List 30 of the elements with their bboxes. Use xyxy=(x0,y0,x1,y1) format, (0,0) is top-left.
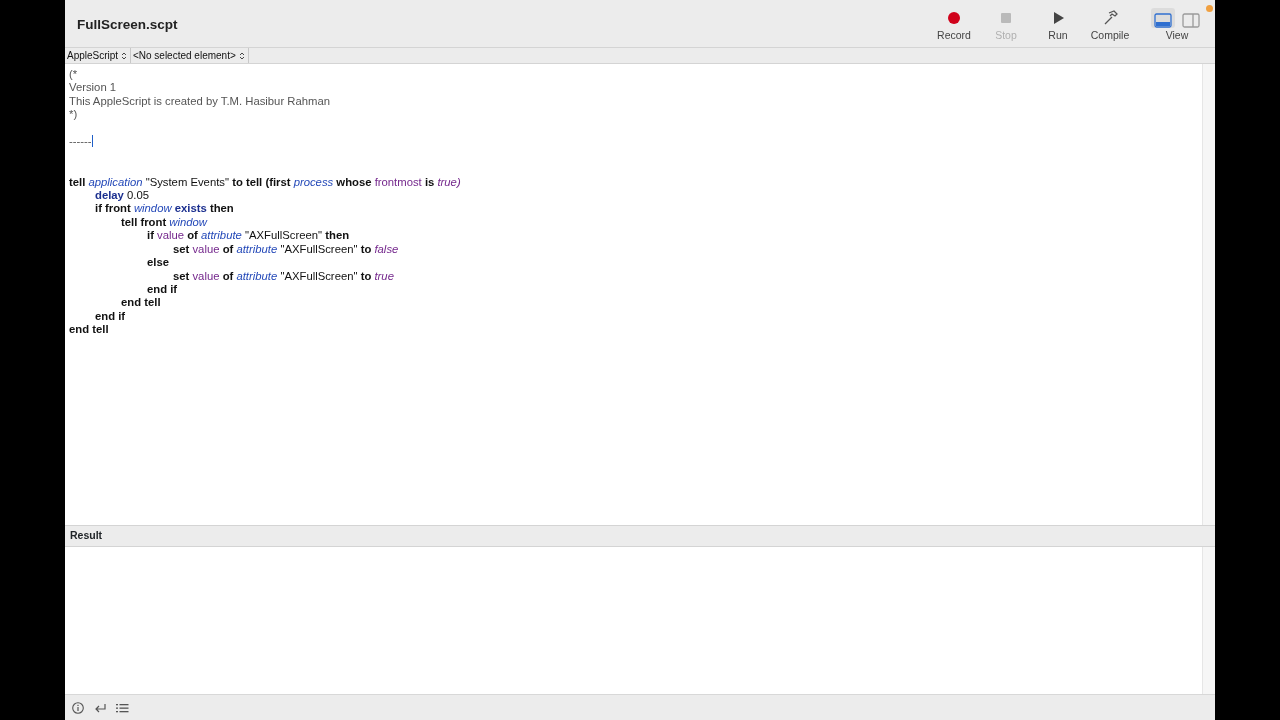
code-line: if front window exists then xyxy=(95,202,235,216)
code-line: end if xyxy=(147,283,179,297)
popup-menu[interactable]: <No selected element> xyxy=(130,48,249,63)
chevron-icon xyxy=(238,52,245,61)
code-line: end if xyxy=(95,309,127,324)
code-line: *) xyxy=(69,108,79,122)
info-icon[interactable] xyxy=(71,700,85,715)
code-line: delay 0.05 xyxy=(95,188,151,203)
view-segment[interactable] xyxy=(1151,8,1175,28)
view-label: View xyxy=(1165,28,1189,43)
toolbar-button[interactable]: Compile xyxy=(1087,8,1133,44)
pane-title: Result xyxy=(70,528,103,544)
code-line: tell application "System Events" to tell (first process whose frontmost is true) xyxy=(69,175,462,189)
code-line: set value of attribute "AXFullScreen" to true xyxy=(173,269,395,283)
code-line: Version 1 xyxy=(69,81,118,95)
code-line: ------ xyxy=(69,135,92,149)
code-line: (* xyxy=(69,68,79,82)
code-line: set value of attribute "AXFullScreen" to false xyxy=(173,242,400,257)
window-title: FullScreen.scpt xyxy=(77,16,178,34)
toolbar-button[interactable]: Record xyxy=(931,8,977,44)
code-line: This AppleScript is created by T.M. Hasibur Rahman xyxy=(69,94,331,109)
code-line: end tell xyxy=(121,296,162,310)
chevron-icon xyxy=(120,52,127,61)
toolbar-button[interactable]: Run xyxy=(1035,8,1081,44)
code-line: else xyxy=(147,256,170,270)
code-line: end tell xyxy=(69,323,110,337)
popup-menu[interactable]: AppleScript xyxy=(65,48,131,63)
code-line: if value of attribute "AXFullScreen" then xyxy=(147,229,351,243)
code-line: tell front window xyxy=(121,215,209,230)
status-dot-icon xyxy=(1206,5,1213,12)
